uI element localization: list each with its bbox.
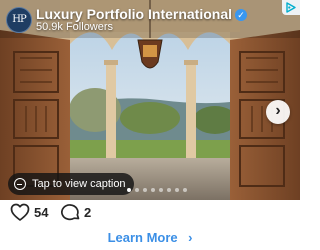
- carousel-dot: [183, 188, 187, 192]
- follower-count: 50.9k Followers: [36, 21, 114, 33]
- caption-button-label: Tap to view caption: [32, 178, 126, 190]
- caption-icon: [14, 178, 26, 190]
- verified-badge-icon: ✓: [235, 9, 247, 21]
- carousel-dot: [151, 188, 155, 192]
- heart-icon[interactable]: [10, 203, 30, 222]
- carousel-dot: [159, 188, 163, 192]
- account-avatar[interactable]: HP: [6, 7, 32, 33]
- post-header: HP Luxury Portfolio International ✓ 50.9…: [0, 0, 300, 40]
- carousel-dot: [175, 188, 179, 192]
- ad-unit[interactable]: HP Luxury Portfolio International ✓ 50.9…: [0, 0, 300, 250]
- chevron-right-icon: ›: [188, 230, 193, 245]
- carousel-indicator: [127, 188, 187, 193]
- comments-count: 2: [84, 205, 92, 220]
- carousel-next-button[interactable]: ›: [266, 100, 290, 124]
- account-name[interactable]: Luxury Portfolio International: [36, 6, 232, 22]
- adchoices-icon[interactable]: [282, 0, 300, 15]
- carousel-dot: [167, 188, 171, 192]
- view-caption-button[interactable]: Tap to view caption: [8, 173, 134, 195]
- carousel-dot: [127, 188, 131, 192]
- chevron-right-icon: ›: [275, 102, 281, 119]
- carousel-dot: [135, 188, 139, 192]
- comment-icon[interactable]: [61, 203, 81, 222]
- cta-label: Learn More: [107, 230, 178, 245]
- engagement-bar: 54 2: [0, 200, 300, 225]
- likes-count: 54: [34, 205, 49, 220]
- learn-more-button[interactable]: Learn More ›: [0, 226, 300, 250]
- carousel-dot: [143, 188, 147, 192]
